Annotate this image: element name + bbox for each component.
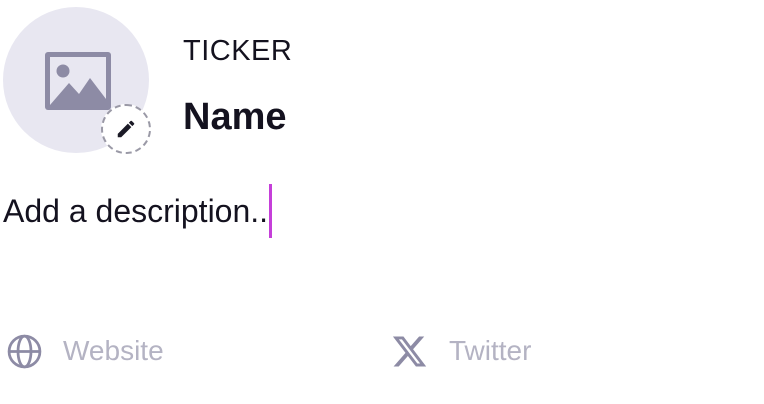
token-name[interactable]: Name [183,94,287,140]
website-input[interactable]: Website [6,328,164,374]
pencil-icon [117,120,135,138]
description-placeholder: Add a description.. [3,193,269,229]
image-placeholder-icon [45,52,111,110]
globe-icon [7,334,42,368]
token-ticker[interactable]: TICKER [183,33,292,69]
description-input[interactable]: Add a description.. [3,184,273,238]
x-logo-icon [392,335,427,367]
twitter-placeholder: Twitter [449,335,532,366]
website-placeholder: Website [63,335,164,366]
edit-avatar-button[interactable] [101,104,151,154]
twitter-input[interactable]: Twitter [391,328,531,374]
text-caret [269,184,273,238]
